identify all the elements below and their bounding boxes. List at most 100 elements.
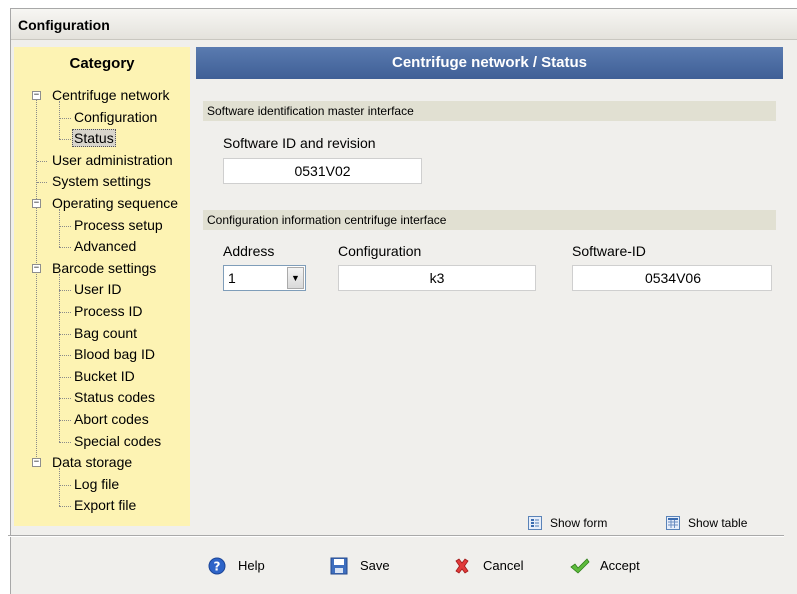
tree-connector	[36, 99, 37, 463]
sidebar-item-barcode-settings[interactable]: Barcode settings	[50, 258, 158, 279]
software-id-field-2[interactable]: 0534V06	[572, 265, 772, 291]
panel-title: Centrifuge network / Status	[196, 47, 783, 79]
sidebar-item-user-administration[interactable]: User administration	[50, 150, 175, 171]
sidebar-item-export-file[interactable]: Export file	[72, 495, 138, 516]
sidebar-item-label: Advanced	[74, 238, 137, 254]
sidebar-item-label: System settings	[52, 173, 151, 189]
sidebar-item-label: Special codes	[74, 433, 162, 449]
tree-connector	[59, 118, 71, 119]
show-table-button[interactable]: Show table	[666, 514, 747, 532]
sidebar-item-abort-codes[interactable]: Abort codes	[72, 409, 151, 430]
configuration-label: Configuration	[338, 243, 422, 259]
section-configuration-information: Configuration information centrifuge int…	[203, 210, 776, 230]
tree-connector	[59, 485, 71, 486]
sidebar-item-label: Status	[72, 129, 116, 147]
sidebar-item-label: Data storage	[52, 454, 133, 470]
checkmark-icon	[570, 557, 590, 575]
cancel-icon	[453, 557, 471, 575]
section-software-identification: Software identification master interface	[203, 101, 776, 121]
tree-connector	[37, 161, 47, 162]
sidebar-item-blood-bag-id[interactable]: Blood bag ID	[72, 344, 157, 365]
sidebar-item-label: Bag count	[74, 325, 138, 341]
tree-connector	[59, 312, 71, 313]
sidebar-item-advanced[interactable]: Advanced	[72, 236, 138, 257]
tree-connector	[59, 398, 71, 399]
sidebar-item-label: Status codes	[74, 389, 155, 405]
sidebar-item-label: Barcode settings	[52, 260, 157, 276]
sidebar-item-process-setup[interactable]: Process setup	[72, 215, 165, 236]
tree-connector	[59, 290, 71, 291]
category-sidebar: Category Centrifuge network − Configuratio…	[14, 47, 190, 526]
help-icon: ?	[208, 557, 226, 575]
tree-connector	[59, 506, 71, 507]
collapse-toggle-icon[interactable]: −	[32, 264, 41, 273]
sidebar-item-label: Export file	[74, 497, 137, 513]
sidebar-item-log-file[interactable]: Log file	[72, 474, 121, 495]
cancel-button[interactable]: Cancel	[453, 556, 523, 576]
tree-connector	[59, 334, 71, 335]
tree-connector	[59, 139, 71, 140]
main-panel: Centrifuge network / Status Software ide…	[196, 47, 783, 530]
save-icon	[330, 557, 348, 575]
form-icon	[528, 515, 542, 530]
title-bar: Configuration	[11, 9, 797, 40]
sidebar-item-data-storage[interactable]: Data storage	[50, 452, 134, 473]
sidebar-item-label: Blood bag ID	[74, 346, 155, 362]
tree-connector	[59, 377, 71, 378]
configuration-field[interactable]: k3	[338, 265, 536, 291]
software-id-label-2: Software-ID	[572, 243, 646, 259]
cancel-label: Cancel	[483, 558, 524, 573]
sidebar-item-label: Bucket ID	[74, 368, 135, 384]
sidebar-item-label: Process ID	[74, 303, 143, 319]
window-title: Configuration	[18, 17, 110, 33]
sidebar-item-status[interactable]: Status	[72, 128, 116, 149]
tree-connector	[37, 182, 47, 183]
tree-connector	[59, 355, 71, 356]
sidebar-item-label: Process setup	[74, 217, 163, 233]
accept-button[interactable]: Accept	[570, 556, 640, 576]
sidebar-item-operating-sequence[interactable]: Operating sequence	[50, 193, 180, 214]
sidebar-item-process-id[interactable]: Process ID	[72, 301, 144, 322]
help-button[interactable]: ? Help	[208, 556, 265, 576]
sidebar-item-system-settings[interactable]: System settings	[50, 171, 153, 192]
address-value: 1	[228, 270, 236, 286]
chevron-down-icon[interactable]: ▼	[287, 267, 304, 289]
tree-connector	[59, 209, 60, 247]
bottom-divider	[8, 535, 784, 537]
accept-label: Accept	[600, 558, 640, 573]
sidebar-item-label: Operating sequence	[52, 195, 179, 211]
collapse-toggle-icon[interactable]: −	[32, 199, 41, 208]
tree-connector	[59, 442, 71, 443]
tree-connector	[59, 226, 71, 227]
sidebar-item-label: Configuration	[74, 109, 158, 125]
sidebar-item-bucket-id[interactable]: Bucket ID	[72, 366, 137, 387]
tree-connector	[59, 274, 60, 442]
sidebar-item-user-id[interactable]: User ID	[72, 279, 123, 300]
sidebar-item-label: User administration	[52, 152, 173, 168]
tree-connector	[59, 420, 71, 421]
address-select[interactable]: 1 ▼	[223, 265, 306, 291]
help-label: Help	[238, 558, 265, 573]
collapse-toggle-icon[interactable]: −	[32, 458, 41, 467]
sidebar-item-label: User ID	[74, 281, 122, 297]
sidebar-item-centrifuge-network[interactable]: Centrifuge network	[50, 85, 172, 106]
show-form-button[interactable]: Show form	[528, 514, 607, 532]
address-label: Address	[223, 243, 275, 259]
sidebar-item-bag-count[interactable]: Bag count	[72, 323, 139, 344]
show-form-label: Show form	[550, 516, 608, 530]
tree-connector	[59, 247, 71, 248]
svg-text:?: ?	[214, 559, 221, 573]
sidebar-item-label: Abort codes	[74, 411, 149, 427]
software-id-label: Software ID and revision	[223, 135, 376, 151]
save-button[interactable]: Save	[330, 556, 390, 576]
sidebar-item-status-codes[interactable]: Status codes	[72, 387, 157, 408]
collapse-toggle-icon[interactable]: −	[32, 91, 41, 100]
sidebar-item-label: Log file	[74, 476, 120, 492]
save-label: Save	[360, 558, 390, 573]
sidebar-item-configuration[interactable]: Configuration	[72, 107, 159, 128]
show-table-label: Show table	[688, 516, 748, 530]
software-id-field[interactable]: 0531V02	[223, 158, 422, 184]
tree-connector	[59, 101, 60, 139]
sidebar-item-special-codes[interactable]: Special codes	[72, 431, 163, 452]
tree-connector	[59, 468, 60, 506]
